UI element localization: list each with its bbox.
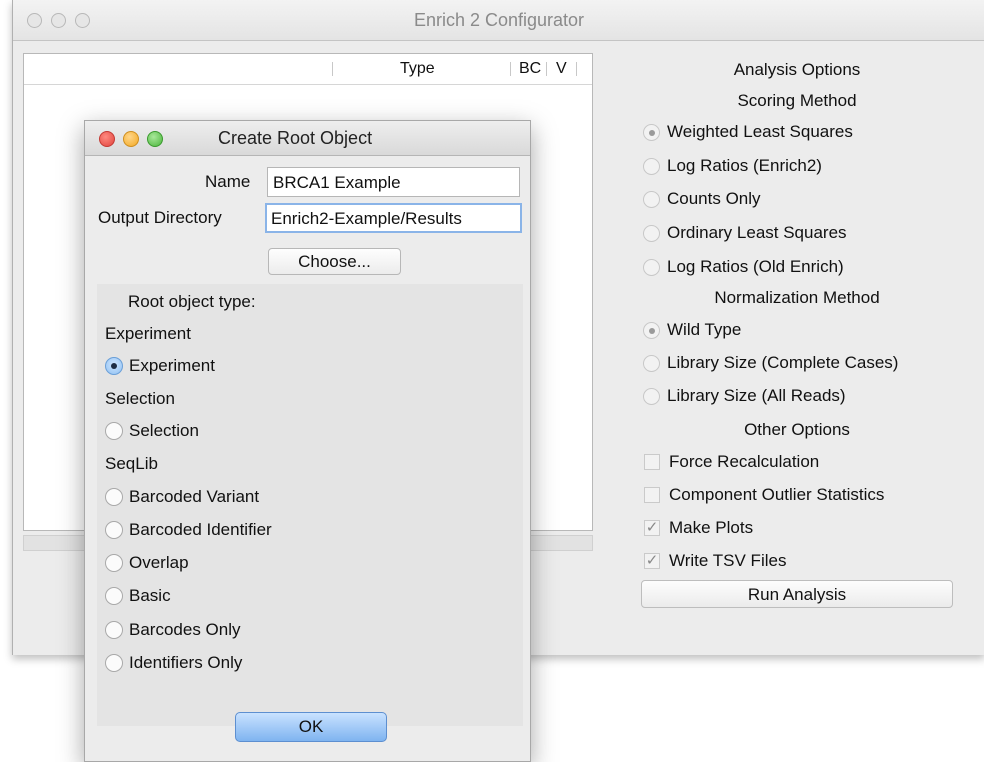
option-label: Counts Only <box>667 189 761 208</box>
option-label: Wild Type <box>667 320 742 339</box>
minimize-dialog-icon[interactable] <box>123 131 139 147</box>
create-root-object-dialog: Create Root Object Name BRCA1 Example Ou… <box>84 120 531 762</box>
radio-icon[interactable] <box>643 224 660 242</box>
type-option-selection[interactable]: Selection <box>105 421 199 441</box>
radio-selected-icon[interactable] <box>643 321 660 339</box>
window-title: Enrich 2 Configurator <box>413 10 585 30</box>
option-label: Log Ratios (Enrich2) <box>667 156 822 175</box>
type-option-overlap[interactable]: Overlap <box>105 553 189 573</box>
column-header-bc[interactable]: BC <box>519 60 541 78</box>
type-option-basic[interactable]: Basic <box>105 586 171 606</box>
option-label: Barcoded Variant <box>129 487 260 506</box>
radio-icon[interactable] <box>643 190 660 208</box>
normalization-option-library-complete[interactable]: Library Size (Complete Cases) <box>643 353 898 373</box>
option-label: Experiment <box>129 356 215 375</box>
checkbox-icon[interactable] <box>644 454 660 470</box>
option-label: Barcoded Identifier <box>129 520 272 539</box>
scoring-option-log-ratios-old[interactable]: Log Ratios (Old Enrich) <box>643 257 844 277</box>
radio-icon[interactable] <box>643 354 660 372</box>
dialog-title: Create Root Object <box>218 128 373 148</box>
name-field[interactable]: BRCA1 Example <box>267 167 520 197</box>
normalization-method-heading: Normalization Method <box>714 288 880 307</box>
choose-button[interactable]: Choose... <box>268 248 401 275</box>
option-label: Make Plots <box>669 518 754 537</box>
normalization-option-wild-type[interactable]: Wild Type <box>643 320 741 340</box>
option-label: Library Size (All Reads) <box>667 386 846 405</box>
root-type-heading: Root object type: <box>128 292 256 311</box>
column-header-type[interactable]: Type <box>400 60 435 78</box>
checkbox-component-outlier[interactable]: Component Outlier Statistics <box>644 485 884 505</box>
type-option-barcoded-variant[interactable]: Barcoded Variant <box>105 487 259 507</box>
option-label: Overlap <box>129 553 189 572</box>
root-type-group: Root object type: Experiment Experiment … <box>97 284 523 726</box>
category-experiment: Experiment <box>105 324 191 343</box>
name-label: Name <box>205 172 251 191</box>
analysis-options-heading: Analysis Options <box>733 60 861 79</box>
radio-icon[interactable] <box>105 587 123 605</box>
option-label: Weighted Least Squares <box>667 122 853 141</box>
checkmark-icon[interactable]: ✓ <box>644 520 660 536</box>
run-analysis-button[interactable]: Run Analysis <box>641 580 953 608</box>
checkbox-write-tsv[interactable]: ✓ Write TSV Files <box>644 551 786 571</box>
scoring-option-counts-only[interactable]: Counts Only <box>643 189 761 209</box>
output-directory-label: Output Directory <box>98 208 222 227</box>
radio-icon[interactable] <box>105 521 123 539</box>
radio-icon[interactable] <box>105 422 123 440</box>
type-option-identifiers-only[interactable]: Identifiers Only <box>105 653 242 673</box>
scoring-option-wls[interactable]: Weighted Least Squares <box>643 122 853 142</box>
ok-button[interactable]: OK <box>235 712 387 742</box>
column-separator[interactable] <box>332 62 333 76</box>
option-label: Ordinary Least Squares <box>667 223 847 242</box>
output-directory-field[interactable]: Enrich2-Example/Results <box>265 203 522 233</box>
option-label: Force Recalculation <box>669 452 820 471</box>
radio-icon[interactable] <box>643 258 660 276</box>
normalization-option-library-all[interactable]: Library Size (All Reads) <box>643 386 846 406</box>
scoring-option-ols[interactable]: Ordinary Least Squares <box>643 223 847 243</box>
option-label: Component Outlier Statistics <box>669 485 885 504</box>
other-options-heading: Other Options <box>744 420 850 439</box>
radio-icon[interactable] <box>105 621 123 639</box>
checkbox-make-plots[interactable]: ✓ Make Plots <box>644 518 753 538</box>
category-seqlib: SeqLib <box>105 454 158 473</box>
dialog-body: Name BRCA1 Example Output Directory Enri… <box>85 156 530 761</box>
column-header-v[interactable]: V <box>556 60 567 78</box>
checkbox-force-recalculation[interactable]: Force Recalculation <box>644 452 819 472</box>
tree-header: Type BC V <box>24 54 592 85</box>
type-option-experiment[interactable]: Experiment <box>105 356 215 376</box>
radio-selected-icon[interactable] <box>105 357 123 375</box>
zoom-dialog-icon[interactable] <box>147 131 163 147</box>
column-separator[interactable] <box>546 62 547 76</box>
close-dialog-icon[interactable] <box>99 131 115 147</box>
radio-icon[interactable] <box>105 654 123 672</box>
type-option-barcoded-identifier[interactable]: Barcoded Identifier <box>105 520 272 540</box>
column-separator[interactable] <box>510 62 511 76</box>
option-label: Library Size (Complete Cases) <box>667 353 899 372</box>
option-label: Write TSV Files <box>669 551 787 570</box>
checkmark-icon[interactable]: ✓ <box>644 553 660 569</box>
option-label: Selection <box>129 421 199 440</box>
scoring-option-log-ratios-enrich2[interactable]: Log Ratios (Enrich2) <box>643 156 822 176</box>
radio-icon[interactable] <box>105 488 123 506</box>
main-titlebar: Enrich 2 Configurator <box>13 0 984 41</box>
option-label: Basic <box>129 586 171 605</box>
radio-selected-icon[interactable] <box>643 123 660 141</box>
option-label: Identifiers Only <box>129 653 243 672</box>
column-separator[interactable] <box>576 62 577 76</box>
option-label: Log Ratios (Old Enrich) <box>667 257 844 276</box>
radio-icon[interactable] <box>643 157 660 175</box>
radio-icon[interactable] <box>643 387 660 405</box>
option-label: Barcodes Only <box>129 620 241 639</box>
type-option-barcodes-only[interactable]: Barcodes Only <box>105 620 241 640</box>
dialog-titlebar: Create Root Object <box>85 121 530 156</box>
scoring-method-heading: Scoring Method <box>737 91 857 110</box>
checkbox-icon[interactable] <box>644 487 660 503</box>
radio-icon[interactable] <box>105 554 123 572</box>
category-selection: Selection <box>105 389 175 408</box>
